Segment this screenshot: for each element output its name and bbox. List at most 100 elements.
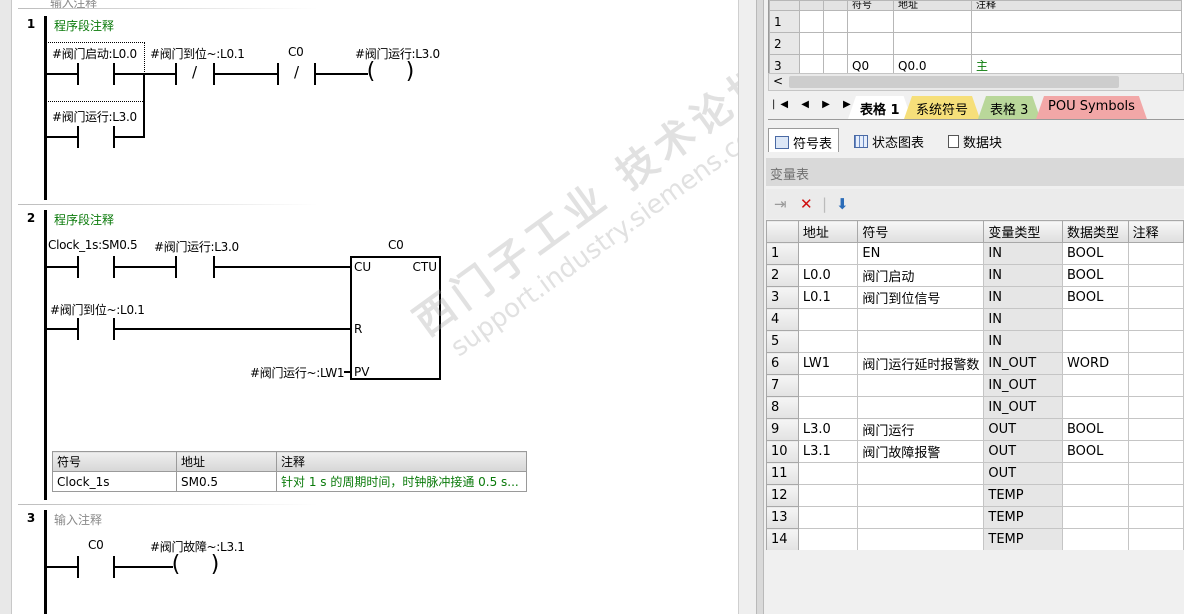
ctu-counter-box[interactable]: CU CTU R PV: [350, 256, 441, 380]
table-cell[interactable]: [799, 32, 824, 55]
table-cell[interactable]: [847, 32, 894, 55]
table-row[interactable]: 9 L3.0 阀门运行 OUT BOOL: [766, 418, 1184, 441]
cell-vtype[interactable]: IN_OUT: [983, 396, 1063, 419]
contact-label[interactable]: Clock_1s:SM0.5: [48, 238, 138, 252]
contact-label[interactable]: #阀门到位~:L0.1: [50, 301, 145, 318]
cell-sym[interactable]: 阀门运行: [857, 418, 985, 441]
table-row[interactable]: 2: [769, 32, 1182, 55]
table-row[interactable]: 1: [769, 10, 1182, 33]
column-header[interactable]: 符号: [857, 220, 985, 243]
cell-sym[interactable]: 阀门运行延时报警数: [857, 352, 985, 375]
cell-cmt[interactable]: [1127, 440, 1184, 463]
cell-addr[interactable]: [797, 242, 859, 265]
cell-dtype[interactable]: BOOL: [1061, 264, 1129, 287]
cell-vtype[interactable]: IN: [983, 286, 1063, 309]
contact-no[interactable]: [77, 256, 79, 278]
contact-label[interactable]: #阀门启动:L0.0: [52, 45, 137, 62]
row-number[interactable]: 10: [766, 440, 799, 463]
scrollbar-thumb[interactable]: [789, 76, 1119, 88]
cell-addr[interactable]: L0.1: [797, 286, 859, 309]
editor-vertical-scrollbar[interactable]: [738, 0, 756, 614]
column-header[interactable]: 变量类型: [983, 220, 1063, 243]
table-cell[interactable]: [823, 10, 848, 33]
table-row[interactable]: 1 EN IN BOOL: [766, 242, 1184, 265]
cell-sym[interactable]: [857, 396, 985, 419]
cell-vtype[interactable]: IN: [983, 308, 1063, 331]
row-number[interactable]: 9: [766, 418, 799, 441]
cell-dtype[interactable]: BOOL: [1061, 286, 1129, 309]
cell-vtype[interactable]: IN: [983, 330, 1063, 353]
cell-dtype[interactable]: [1061, 528, 1129, 550]
cell-addr[interactable]: [797, 506, 859, 529]
row-number[interactable]: 13: [766, 506, 799, 529]
column-header[interactable]: 地址: [797, 220, 859, 243]
tab-data-block[interactable]: 数据块: [942, 128, 1008, 152]
table-cell[interactable]: [823, 32, 848, 55]
row-number[interactable]: 4: [766, 308, 799, 331]
contact-no[interactable]: [175, 256, 177, 278]
cell-cmt[interactable]: [1127, 242, 1184, 265]
cell-dtype[interactable]: BOOL: [1061, 418, 1129, 441]
cell-vtype[interactable]: TEMP: [983, 506, 1063, 529]
cell-cmt[interactable]: [1127, 506, 1184, 529]
variable-table[interactable]: 地址 符号 变量类型 数据类型 注释 1 EN IN BOOL 2 L0.0 阀门启动 IN B…: [766, 220, 1184, 550]
cell-sym[interactable]: [857, 374, 985, 397]
top-comment-hint[interactable]: 输入注释: [50, 0, 97, 11]
cell-dtype[interactable]: [1061, 374, 1129, 397]
program-editor[interactable]: 输入注释 1 程序段注释 #阀门启动:L0.0 #阀门到位~:L0.1 C0 #…: [0, 0, 738, 614]
cell-cmt[interactable]: [1127, 396, 1184, 419]
row-number[interactable]: 5: [766, 330, 799, 353]
cell-sym[interactable]: [857, 506, 985, 529]
table-row[interactable]: 2 L0.0 阀门启动 IN BOOL: [766, 264, 1184, 287]
cell-dtype[interactable]: [1061, 308, 1129, 331]
row-number[interactable]: 6: [766, 352, 799, 375]
cell-sym[interactable]: [857, 462, 985, 485]
cell-cmt[interactable]: [1127, 352, 1184, 375]
symbol-table-grid[interactable]: 符号 地址 注释 1 2 3 Q0 Q0.0 主: [768, 0, 1184, 76]
cell-addr[interactable]: L0.0: [797, 264, 859, 287]
network-comment[interactable]: 输入注释: [54, 511, 102, 528]
network-comment[interactable]: 程序段注释: [54, 211, 114, 228]
contact-no[interactable]: [77, 318, 79, 340]
cell-addr[interactable]: [797, 396, 859, 419]
cell-vtype[interactable]: IN: [983, 264, 1063, 287]
contact-no[interactable]: [77, 556, 79, 578]
cell-addr[interactable]: [797, 528, 859, 550]
contact-label[interactable]: C0: [288, 45, 304, 59]
row-number[interactable]: 7: [766, 374, 799, 397]
cell-cmt[interactable]: [1127, 308, 1184, 331]
contact-label[interactable]: C0: [88, 538, 104, 552]
table-cell[interactable]: [847, 10, 894, 33]
cell-vtype[interactable]: OUT: [983, 440, 1063, 463]
table-cell[interactable]: [971, 32, 1182, 55]
output-coil[interactable]: ( ): [364, 61, 417, 83]
output-coil[interactable]: ( ): [169, 554, 222, 576]
cell-cmt[interactable]: [1127, 286, 1184, 309]
row-number[interactable]: 3: [766, 286, 799, 309]
cell-addr[interactable]: [797, 484, 859, 507]
column-header[interactable]: 注释: [971, 0, 1182, 11]
tab-sheet-1[interactable]: 表格 1: [848, 96, 912, 119]
cell-addr[interactable]: L3.1: [797, 440, 859, 463]
tab-sheet-3[interactable]: 表格 3: [978, 96, 1040, 119]
cell-cmt[interactable]: [1127, 484, 1184, 507]
network-1[interactable]: 1 程序段注释 #阀门启动:L0.0 #阀门到位~:L0.1 C0 #阀门运行:…: [12, 14, 738, 204]
table-cell[interactable]: [893, 10, 972, 33]
network-2[interactable]: 2 程序段注释 Clock_1s:SM0.5 #阀门运行:L3.0 #阀门到位~…: [12, 208, 738, 502]
table-row[interactable]: 8 IN_OUT: [766, 396, 1184, 419]
contact-nc[interactable]: [175, 63, 177, 85]
contact-label[interactable]: #阀门到位~:L0.1: [150, 45, 245, 62]
column-header[interactable]: 地址: [893, 0, 972, 11]
table-cell[interactable]: [799, 10, 824, 33]
cell-vtype[interactable]: TEMP: [983, 528, 1063, 550]
column-header[interactable]: 符号: [847, 0, 894, 11]
export-icon[interactable]: ⬇: [836, 195, 849, 213]
cell-sym[interactable]: 阀门到位信号: [857, 286, 985, 309]
insert-row-icon[interactable]: ⇥: [774, 195, 787, 213]
cell-vtype[interactable]: IN_OUT: [983, 352, 1063, 375]
row-number[interactable]: 11: [766, 462, 799, 485]
row-number[interactable]: 14: [766, 528, 799, 550]
contact-no[interactable]: [77, 126, 79, 148]
cell-vtype[interactable]: OUT: [983, 418, 1063, 441]
cell-dtype[interactable]: [1061, 330, 1129, 353]
